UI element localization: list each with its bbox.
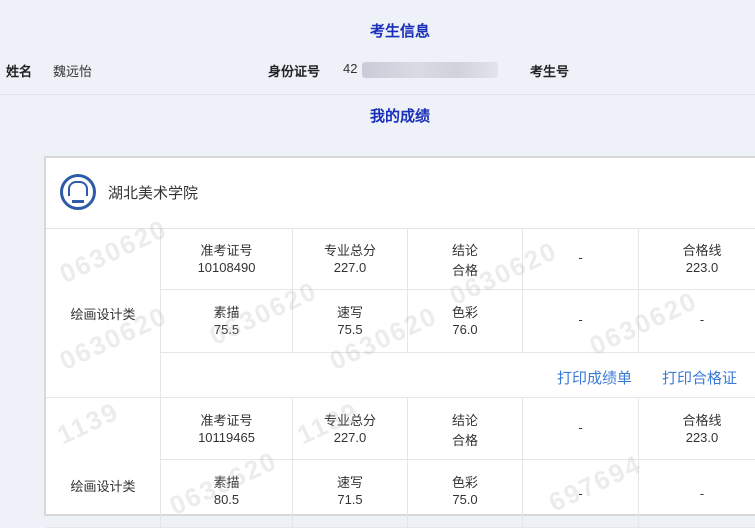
print-score-sheet-link[interactable]: 打印成绩单 (557, 367, 632, 388)
color-cell: 色彩 75.0 (408, 460, 523, 528)
school-name: 湖北美术学院 (108, 185, 199, 202)
candidate-info-title: 考生信息 (369, 23, 430, 40)
quick-sketch-cell: 速写 71.5 (293, 460, 408, 528)
school-logo-icon (60, 174, 96, 210)
admission-cell: 准考证号 10119465 (161, 398, 293, 460)
empty-cell: - (639, 460, 755, 528)
id-value-prefix: 42 (343, 61, 358, 76)
exam-no-label: 考生号 (530, 64, 570, 79)
admission-cell: 准考证号 10108490 (161, 228, 293, 290)
empty-cell: - (523, 398, 639, 460)
name-label: 姓名 (6, 64, 33, 79)
score-panel: 湖北美术学院 绘画设计类 准考证号 10108490 专业总分 227.0 结论… (44, 156, 755, 528)
print-certificate-link[interactable]: 打印合格证 (662, 367, 737, 388)
pass-line-cell: 合格线 223.0 (639, 398, 755, 460)
name-value: 魏远怡 (53, 64, 93, 79)
id-label: 身份证号 (268, 64, 321, 79)
my-scores-title: 我的成绩 (369, 108, 430, 125)
pass-line-cell: 合格线 223.0 (639, 228, 755, 290)
id-value-redacted (362, 62, 498, 78)
result-cell: 结论 合格 (408, 398, 523, 460)
section-divider (0, 94, 755, 95)
